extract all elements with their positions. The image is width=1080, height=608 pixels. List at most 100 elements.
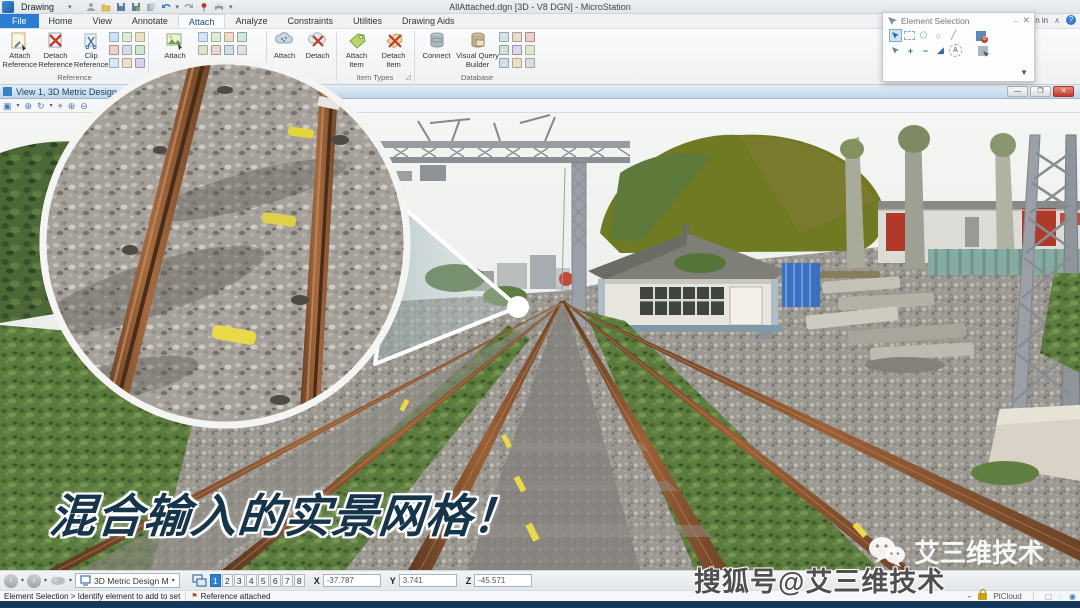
view-toggle-1[interactable]: 1 — [210, 574, 221, 587]
tool-icon[interactable] — [525, 58, 535, 68]
dialog-minimize-icon[interactable]: – — [1014, 16, 1019, 26]
tab-home[interactable]: Home — [39, 14, 83, 28]
select-new-button[interactable] — [889, 44, 902, 57]
select-line-button[interactable]: ╱ — [947, 29, 960, 42]
y-coord-field[interactable] — [399, 574, 457, 587]
clip-reference-button[interactable]: Clip Reference — [73, 29, 109, 69]
running-coords-icon[interactable]: ⌐ — [968, 592, 973, 601]
view-minimize-button[interactable]: — — [1007, 86, 1028, 97]
attach-item-button[interactable]: Attach Item — [338, 29, 375, 69]
element-selection-titlebar[interactable]: Element Selection – ✕ — [883, 13, 1034, 28]
view-maximize-button[interactable]: ❐ — [1030, 86, 1051, 97]
user-icon[interactable] — [86, 2, 96, 12]
item-types-launcher-icon[interactable]: ◿ — [406, 73, 411, 81]
zoom-out-icon[interactable]: ⊖ — [80, 100, 88, 112]
tool-icon[interactable] — [237, 32, 247, 42]
tool-icon[interactable] — [499, 45, 509, 55]
zoom-in-icon[interactable]: ⊕ — [68, 100, 76, 112]
view-title-bar[interactable]: View 1, 3D Metric Design — ❐ ✕ — [0, 85, 1080, 99]
save-settings-icon[interactable] — [146, 2, 156, 12]
undo-icon[interactable] — [161, 2, 171, 12]
tool-icon[interactable] — [198, 32, 208, 42]
select-none-button[interactable] — [976, 44, 989, 57]
view-toggle-7[interactable]: 7 — [282, 574, 293, 587]
chevron-down-icon[interactable]: ▾ — [17, 102, 20, 109]
view-toggle-6[interactable]: 6 — [270, 574, 281, 587]
tool-icon[interactable] — [499, 32, 509, 42]
connect-button[interactable]: Connect — [417, 29, 456, 61]
chevron-down-icon[interactable]: ▾ — [50, 102, 53, 109]
x-coord-field[interactable] — [323, 574, 381, 587]
lock-icon[interactable] — [978, 593, 987, 600]
tool-icon[interactable] — [122, 32, 132, 42]
tool-icon[interactable] — [512, 45, 522, 55]
view-toggle-8[interactable]: 8 — [294, 574, 305, 587]
tool-icon[interactable] — [525, 45, 535, 55]
tool-icon[interactable] — [122, 58, 132, 68]
tool-icon[interactable] — [135, 45, 145, 55]
tool-icon[interactable] — [211, 32, 221, 42]
workflow-selector[interactable]: Drawing ▾ — [17, 1, 76, 13]
tool-icon[interactable] — [135, 32, 145, 42]
pointcloud-attach-button[interactable]: Attach — [268, 29, 301, 61]
tool-icon[interactable] — [109, 45, 119, 55]
view-toggle-5[interactable]: 5 — [258, 574, 269, 587]
tab-annotate[interactable]: Annotate — [122, 14, 178, 28]
select-block-button[interactable] — [904, 31, 915, 40]
redo-icon[interactable] — [184, 2, 194, 12]
tab-view[interactable]: View — [83, 14, 122, 28]
z-coord-field[interactable] — [474, 574, 532, 587]
tool-icon[interactable] — [109, 58, 119, 68]
tool-icon[interactable] — [224, 32, 234, 42]
undo-dropdown-icon[interactable]: ▾ — [176, 3, 180, 11]
display-style-icon[interactable]: ▣ — [3, 100, 12, 112]
print-icon[interactable] — [214, 2, 224, 12]
tab-analyze[interactable]: Analyze — [225, 14, 277, 28]
help-icon[interactable]: ? — [1066, 15, 1076, 25]
back-button[interactable]: ‹ — [4, 574, 18, 588]
tab-attach[interactable]: Attach — [178, 14, 226, 28]
save-as-icon[interactable] — [131, 2, 141, 12]
qat-overflow-icon[interactable]: ▾ — [229, 3, 233, 11]
dgn-lock-icon[interactable]: ◉ — [1069, 592, 1076, 601]
visual-query-builder-button[interactable]: Visual Query Builder — [456, 29, 499, 69]
collapse-ribbon-icon[interactable]: ∧ — [1054, 16, 1060, 25]
view-close-button[interactable]: ✕ — [1053, 86, 1074, 97]
select-clear-button[interactable]: ⊘ — [974, 29, 987, 42]
select-add-button[interactable]: + — [904, 44, 917, 57]
tool-icon[interactable] — [122, 45, 132, 55]
tool-icon[interactable] — [109, 32, 119, 42]
view-mode-combo[interactable]: 3D Metric Design M ▾ — [75, 573, 180, 588]
chevron-down-icon[interactable]: ▾ — [69, 577, 72, 584]
tool-icon[interactable] — [512, 32, 522, 42]
tool-icon[interactable] — [499, 58, 509, 68]
tab-file[interactable]: File — [0, 14, 39, 28]
fence-icon[interactable]: ◌ — [1058, 592, 1063, 601]
view-toggle-3[interactable]: 3 — [234, 574, 245, 587]
select-invert-button[interactable]: ◢ — [934, 44, 947, 57]
detach-item-button[interactable]: Detach Item — [375, 29, 412, 69]
forward-button[interactable]: › — [27, 574, 41, 588]
select-subtract-button[interactable]: − — [919, 44, 932, 57]
attach-reference-button[interactable]: Attach Reference — [2, 29, 38, 69]
chevron-down-icon[interactable]: ▾ — [44, 577, 47, 584]
tool-icon[interactable] — [211, 45, 221, 55]
tab-drawing-aids[interactable]: Drawing Aids — [392, 14, 465, 28]
tool-icon[interactable] — [224, 45, 234, 55]
select-individual-button[interactable] — [889, 29, 902, 42]
pointcloud-detach-button[interactable]: Detach — [301, 29, 334, 61]
open-folder-icon[interactable] — [101, 2, 111, 12]
view-toggle-2[interactable]: 2 — [222, 574, 233, 587]
view-toggle-4[interactable]: 4 — [246, 574, 257, 587]
view-groups-icon[interactable] — [192, 574, 207, 587]
select-shape-button[interactable]: ⬠ — [917, 29, 930, 42]
tab-constraints[interactable]: Constraints — [277, 14, 343, 28]
pan-icon[interactable]: ⊕ — [25, 100, 33, 112]
chevron-down-icon[interactable]: ▾ — [21, 577, 24, 584]
detach-reference-button[interactable]: Detach Reference — [38, 29, 74, 69]
rotate-view-icon[interactable]: ↻ — [37, 100, 45, 112]
tab-utilities[interactable]: Utilities — [343, 14, 392, 28]
tool-icon[interactable] — [135, 58, 145, 68]
tool-icon[interactable] — [237, 45, 247, 55]
raster-attach-button[interactable]: Attach — [152, 29, 198, 61]
